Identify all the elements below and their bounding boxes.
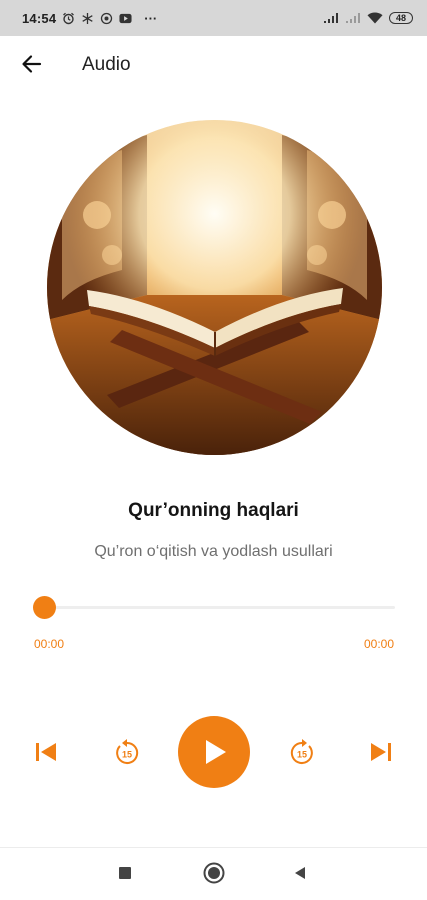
circle-home-icon — [203, 862, 225, 884]
system-nav-bar — [0, 847, 427, 900]
forward-15-button[interactable]: 15 — [287, 738, 317, 773]
more-notifications: ··· — [144, 10, 158, 26]
youtube-icon — [119, 12, 132, 25]
recents-button[interactable] — [117, 865, 133, 886]
status-left: 14:54 ··· — [22, 11, 157, 26]
seek-thumb[interactable] — [33, 596, 56, 619]
playback-controls: 15 15 — [0, 716, 427, 788]
quran-book-illustration — [47, 120, 382, 455]
current-time: 00:00 — [34, 637, 65, 651]
rewind-15-icon: 15 — [116, 739, 139, 764]
forward-seconds-label: 15 — [297, 750, 307, 760]
arrow-left-icon — [22, 55, 42, 73]
triangle-back-icon — [295, 867, 305, 879]
skip-next-button[interactable] — [369, 740, 393, 769]
signal-icon — [323, 12, 339, 25]
square-icon — [119, 867, 131, 879]
back-button[interactable] — [18, 50, 46, 78]
circle-app-icon — [100, 12, 113, 25]
play-icon — [206, 740, 226, 764]
rewind-15-button[interactable]: 15 — [112, 738, 142, 773]
back-nav-button[interactable] — [292, 865, 308, 886]
status-right: 48 — [323, 12, 413, 25]
status-time: 14:54 — [22, 10, 57, 26]
snowflake-icon — [81, 12, 94, 25]
status-bar: 14:54 ··· 48 — [0, 0, 427, 36]
skip-next-icon — [371, 743, 391, 761]
total-time: 00:00 — [363, 637, 394, 651]
cover-art — [47, 120, 382, 455]
seek-bar[interactable] — [33, 596, 395, 620]
track-subtitle: Qu’ron o‘qitish va yodlash usullari — [94, 543, 333, 560]
battery-indicator: 48 — [389, 12, 413, 24]
skip-previous-icon — [36, 743, 56, 761]
page-title: Audio — [82, 54, 131, 75]
signal-2-icon — [345, 12, 361, 25]
play-button[interactable] — [178, 716, 250, 788]
track-title: Qur’onning haqlari — [128, 500, 299, 521]
app-bar: Audio — [0, 36, 427, 92]
skip-previous-button[interactable] — [34, 740, 58, 769]
forward-15-icon: 15 — [290, 739, 313, 764]
wifi-icon — [367, 12, 383, 25]
rewind-seconds-label: 15 — [122, 750, 132, 760]
home-button[interactable] — [203, 862, 225, 889]
seek-track — [33, 606, 395, 609]
alarm-icon — [62, 12, 75, 25]
